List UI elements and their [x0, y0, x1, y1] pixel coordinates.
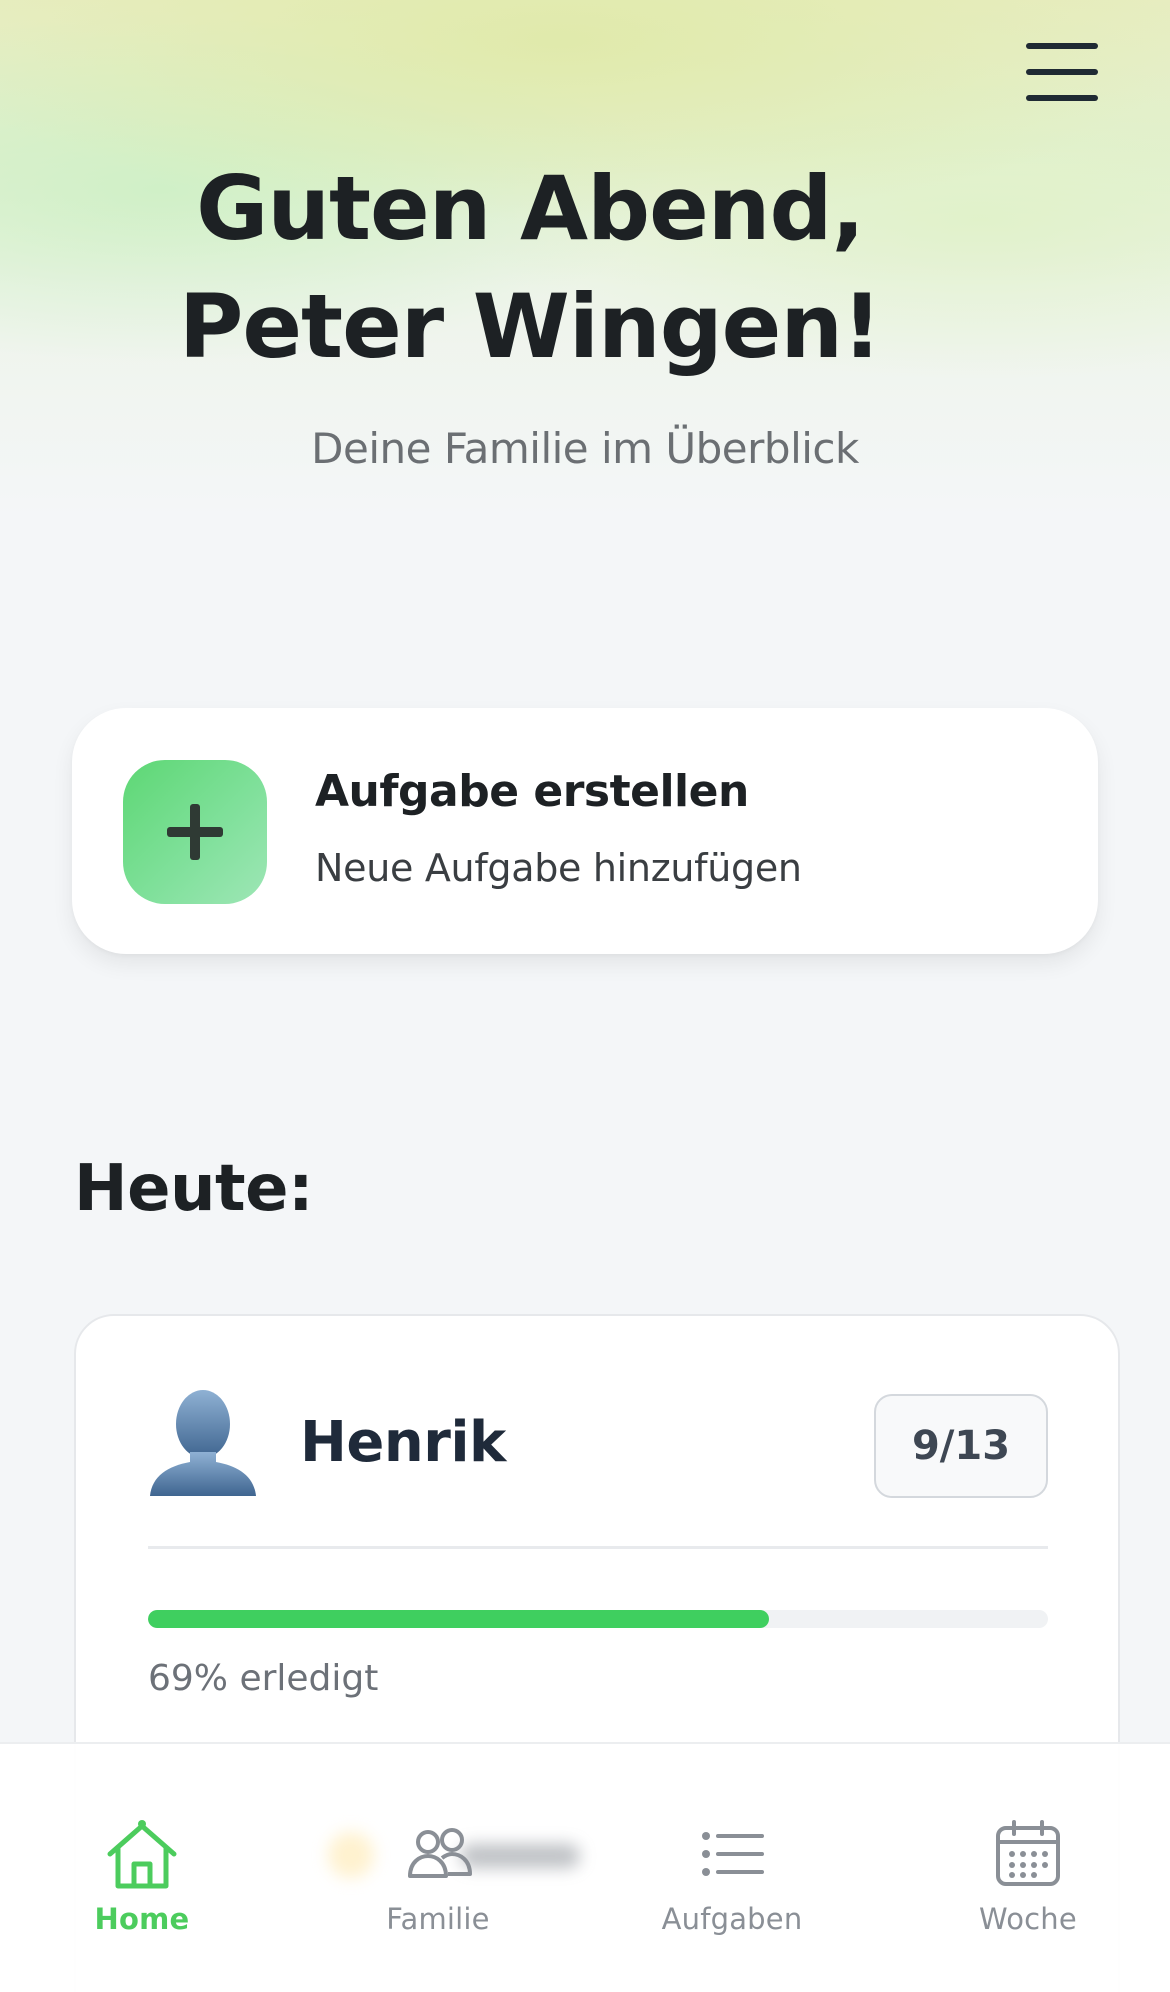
page-title: Guten Abend, Peter Wingen!: [178, 157, 882, 378]
member-name: Henrik: [300, 1410, 506, 1475]
nav-label-woche: Woche: [979, 1902, 1077, 1936]
family-icon: [408, 1828, 472, 1878]
calendar-icon: [996, 1820, 1060, 1886]
plus-icon-vertical: [190, 804, 200, 860]
page-subtitle: Deine Familie im Überblick: [311, 424, 859, 473]
hamburger-menu-icon: [1026, 43, 1098, 49]
hamburger-menu-icon-line: [1026, 95, 1098, 101]
nav-label-familie: Familie: [386, 1902, 490, 1936]
create-task-title: Aufgabe erstellen: [315, 766, 749, 817]
task-count-badge: 9/13: [874, 1394, 1048, 1498]
nav-item-home[interactable]: Home: [32, 1814, 252, 1944]
nav-item-aufgaben[interactable]: Aufgaben: [622, 1814, 842, 1944]
home-icon: [107, 1820, 177, 1889]
home-screen: Guten Abend, Peter Wingen! Deine Familie…: [0, 0, 1170, 1992]
nav-label-aufgaben: Aufgaben: [661, 1902, 803, 1936]
progress-bar-fill: [148, 1610, 769, 1628]
bottom-navigation: Home Familie Aufgaben Woche: [0, 1742, 1170, 1992]
create-task-button[interactable]: Aufgabe erstellen Neue Aufgabe hinzufüge…: [72, 708, 1098, 954]
create-task-subtitle: Neue Aufgabe hinzufügen: [315, 846, 802, 890]
nav-item-familie[interactable]: Familie: [328, 1814, 548, 1944]
person-silhouette-icon: [150, 1390, 256, 1496]
menu-button[interactable]: [1012, 32, 1112, 112]
plus-icon: [123, 760, 267, 904]
nav-item-woche[interactable]: Woche: [918, 1814, 1138, 1944]
progress-bar: [148, 1610, 1048, 1628]
hamburger-menu-icon-line: [1026, 69, 1098, 75]
list-icon: [702, 1832, 764, 1876]
nav-label-home: Home: [94, 1902, 190, 1936]
divider: [148, 1546, 1048, 1549]
progress-label: 69% erledigt: [148, 1658, 379, 1699]
section-title-today: Heute:: [74, 1152, 314, 1226]
